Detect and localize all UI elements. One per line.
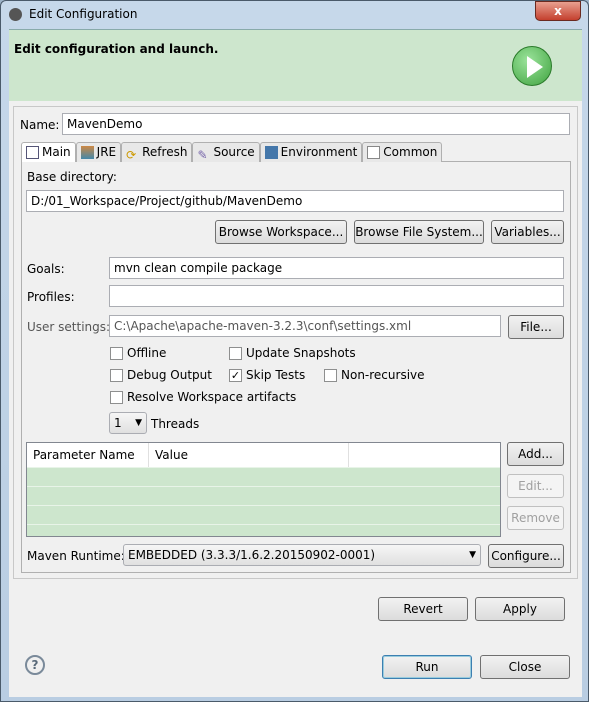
refresh-icon: ⟳ bbox=[126, 148, 137, 162]
close-button[interactable]: Close bbox=[480, 655, 570, 679]
table-row bbox=[27, 505, 500, 524]
offline-checkbox[interactable]: Offline bbox=[110, 346, 166, 360]
apply-button[interactable]: Apply bbox=[475, 597, 565, 621]
threads-select[interactable]: 1 ▼ bbox=[109, 412, 147, 434]
profiles-input[interactable] bbox=[109, 285, 564, 307]
chevron-down-icon: ▼ bbox=[135, 418, 142, 428]
common-icon bbox=[367, 146, 381, 159]
maven-runtime-select[interactable]: EMBEDDED (3.3.3/1.6.2.20150902-0001) ▼ bbox=[123, 544, 481, 566]
tab-jre[interactable]: JRE bbox=[75, 142, 122, 162]
banner-heading: Edit configuration and launch. bbox=[14, 42, 219, 56]
run-launch-icon bbox=[512, 46, 552, 86]
checkbox-label: Offline bbox=[127, 346, 167, 360]
remove-button[interactable]: Remove bbox=[507, 506, 564, 530]
checkmark-icon: ✓ bbox=[229, 368, 242, 382]
main-tab-icon bbox=[26, 146, 39, 159]
checkbox-label: Resolve Workspace artifacts bbox=[127, 390, 297, 404]
table-row bbox=[27, 467, 500, 486]
column-header-parameter-name[interactable]: Parameter Name bbox=[27, 443, 149, 467]
tab-source[interactable]: ✎ Source bbox=[192, 142, 260, 162]
tab-label: Refresh bbox=[142, 145, 188, 159]
name-input[interactable]: MavenDemo bbox=[62, 113, 570, 135]
base-directory-label: Base directory: bbox=[27, 170, 117, 184]
browse-file-system-button[interactable]: Browse File System... bbox=[354, 220, 484, 244]
tab-common[interactable]: Common bbox=[362, 142, 443, 162]
debug-output-checkbox[interactable]: Debug Output bbox=[110, 368, 212, 382]
close-window-button[interactable]: x bbox=[535, 1, 581, 21]
configure-button[interactable]: Configure... bbox=[488, 544, 564, 568]
edit-button[interactable]: Edit... bbox=[507, 474, 564, 498]
user-settings-label: User settings: bbox=[27, 320, 111, 334]
runtime-value: EMBEDDED (3.3.3/1.6.2.20150902-0001) bbox=[128, 548, 376, 562]
goals-input[interactable]: mvn clean compile package bbox=[109, 257, 564, 279]
source-icon: ✎ bbox=[197, 148, 208, 162]
non-recursive-checkbox[interactable]: Non-recursive bbox=[324, 368, 425, 382]
threads-label: Threads bbox=[151, 417, 200, 431]
profiles-label: Profiles: bbox=[27, 290, 75, 304]
skip-tests-checkbox[interactable]: ✓ Skip Tests bbox=[229, 368, 305, 382]
dialog-window: Edit Configuration x Edit configuration … bbox=[0, 0, 589, 702]
add-button[interactable]: Add... bbox=[507, 442, 564, 466]
tab-environment[interactable]: Environment bbox=[259, 142, 363, 162]
table-row bbox=[27, 486, 500, 505]
user-settings-input[interactable]: C:\Apache\apache-maven-3.2.3\conf\settin… bbox=[109, 315, 501, 337]
tab-label: Common bbox=[383, 145, 438, 159]
base-directory-input[interactable]: D:/01_Workspace/Project/github/MavenDemo bbox=[26, 190, 564, 212]
tab-label: Environment bbox=[280, 145, 358, 159]
update-snapshots-checkbox[interactable]: Update Snapshots bbox=[229, 346, 356, 360]
help-icon[interactable]: ? bbox=[25, 655, 45, 675]
tab-label: Source bbox=[213, 145, 255, 159]
revert-button[interactable]: Revert bbox=[378, 597, 468, 621]
table-row bbox=[27, 524, 500, 536]
tab-label: JRE bbox=[96, 145, 117, 159]
checkbox-label: Skip Tests bbox=[246, 368, 306, 382]
parameters-table[interactable]: Parameter Name Value bbox=[26, 442, 501, 537]
name-label: Name: bbox=[20, 118, 60, 132]
environment-icon bbox=[264, 146, 278, 159]
tab-bar: Main JRE ⟳ Refresh ✎ Source Environment Co… bbox=[21, 142, 443, 162]
threads-value: 1 bbox=[114, 416, 122, 430]
jre-icon bbox=[80, 146, 94, 159]
eclipse-icon bbox=[9, 8, 22, 21]
goals-label: Goals: bbox=[27, 262, 65, 276]
tab-label: Main bbox=[42, 145, 71, 159]
browse-workspace-button[interactable]: Browse Workspace... bbox=[215, 220, 347, 244]
tab-refresh[interactable]: ⟳ Refresh bbox=[121, 142, 193, 162]
checkbox-label: Update Snapshots bbox=[246, 346, 356, 360]
window-title: Edit Configuration bbox=[29, 7, 138, 21]
variables-button[interactable]: Variables... bbox=[491, 220, 564, 244]
column-header-value[interactable]: Value bbox=[149, 443, 349, 467]
checkbox-label: Non-recursive bbox=[341, 368, 425, 382]
banner: Edit configuration and launch. bbox=[9, 29, 582, 101]
run-button[interactable]: Run bbox=[382, 655, 472, 679]
maven-runtime-label: Maven Runtime: bbox=[27, 549, 125, 563]
checkbox-label: Debug Output bbox=[127, 368, 212, 382]
file-button[interactable]: File... bbox=[508, 315, 564, 339]
chevron-down-icon: ▼ bbox=[469, 550, 476, 560]
tab-main[interactable]: Main bbox=[21, 142, 76, 162]
resolve-workspace-checkbox[interactable]: Resolve Workspace artifacts bbox=[110, 390, 296, 404]
